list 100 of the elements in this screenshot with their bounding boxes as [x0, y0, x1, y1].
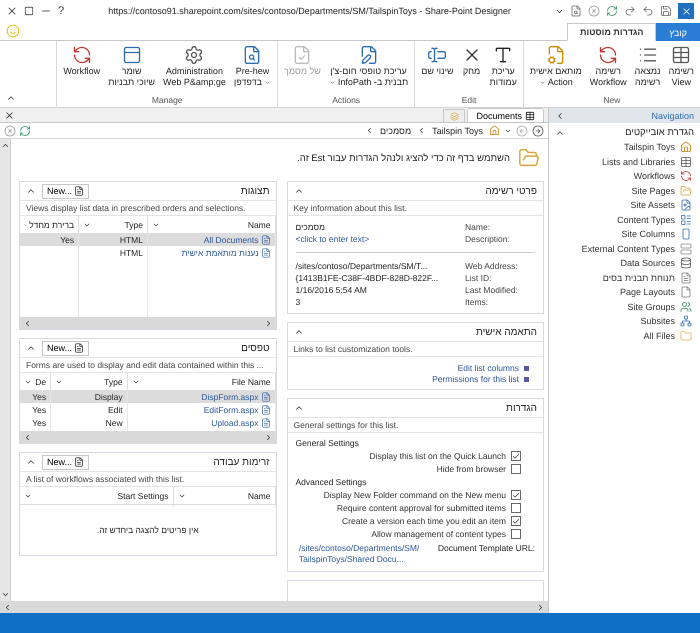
panel-title: טפסים [240, 342, 270, 354]
nav-title: Navigation [651, 110, 694, 120]
ribbon-button[interactable]: שינוי שם [418, 44, 457, 77]
table-cell: Display [94, 392, 123, 402]
nav-item[interactable]: Site Groups [549, 300, 700, 314]
scroll-left-icon[interactable] [23, 432, 32, 442]
breadcrumb-link[interactable]: מסמכים [378, 126, 414, 136]
section-heading: Advanced Settings [296, 476, 368, 488]
nav-item[interactable]: Site Assets [549, 198, 700, 212]
group-label: Actions [331, 95, 362, 107]
ribbon-button[interactable]: נמצאה רשימה [632, 44, 664, 88]
checkbox[interactable] [511, 490, 521, 500]
table-row[interactable]: Yes Edit EditForm.aspx [20, 403, 275, 416]
column-header[interactable]: ברירת מחדל [20, 216, 79, 233]
column-header[interactable]: Name [173, 487, 275, 504]
document-tab[interactable]: Documents [467, 108, 544, 122]
column-header[interactable]: File Name [127, 373, 275, 390]
checkbox[interactable] [511, 464, 521, 474]
field-value: מסמכים [296, 222, 325, 232]
column-header[interactable]: Type [50, 373, 128, 390]
field-value: 1/16/2016 5:54 AM [296, 285, 367, 295]
undo-icon[interactable] [642, 5, 654, 17]
nav-item[interactable]: Site Columns [549, 227, 700, 242]
nav-item[interactable]: Page Layouts [549, 285, 700, 300]
description-link[interactable]: <click to enter text> [296, 234, 370, 244]
nav-item[interactable]: External Content Types [549, 242, 700, 256]
column-header[interactable]: De [20, 373, 51, 390]
table-row[interactable]: Yes HTML All Documents [20, 233, 275, 246]
refresh-icon [598, 45, 618, 65]
panel-title: הגדרות [505, 402, 537, 414]
close-icon[interactable] [4, 110, 15, 120]
nav-item[interactable]: Lists and Libraries [549, 154, 700, 169]
nav-item[interactable]: Subsites [549, 314, 700, 328]
ribbon-button[interactable]: עריכת טופסי חום-צ'ן תבנית ב- InfoPath [326, 44, 412, 88]
nav-item[interactable]: Content Types [549, 212, 700, 227]
column-header[interactable]: Type [78, 216, 148, 233]
stop-icon[interactable] [588, 5, 600, 17]
nav-item[interactable]: Site Pages [549, 184, 700, 198]
settings-link[interactable]: Edit list columns [302, 363, 529, 373]
checkbox[interactable] [511, 529, 521, 539]
field-label: List ID: [465, 272, 492, 284]
nav-item[interactable]: תנוחת תבנית בסים [549, 270, 700, 285]
ribbon-button[interactable]: Workflow [60, 44, 104, 77]
table-icon [680, 156, 692, 168]
panel-description: Key information about this list. [288, 201, 543, 216]
horizontal-scrollbar[interactable] [20, 317, 276, 329]
breadcrumb-link[interactable]: Tailspin Toys [430, 126, 485, 136]
text-cursor-icon [427, 45, 448, 65]
checkbox[interactable] [511, 503, 521, 513]
template-link[interactable]: /sites/contoso/Departments/SM/TailspinToys/Shared Docu... [298, 543, 424, 565]
new-button[interactable]: New... [42, 340, 90, 356]
scroll-left-icon[interactable] [3, 602, 12, 612]
ribbon-button[interactable]: עריכת עמודות [486, 44, 520, 88]
close-icon[interactable] [6, 5, 18, 17]
new-button[interactable]: New... [42, 184, 90, 198]
empty-message: אין פריטים להצגה ביחדש זה. [96, 524, 200, 537]
table-cell: Yes [32, 404, 46, 414]
ribbon-tab[interactable]: הגדרות מוסטות [567, 23, 656, 41]
column-header[interactable]: Start Settings [20, 487, 173, 504]
scroll-left-icon[interactable] [23, 318, 32, 328]
vertical-scrollbar[interactable] [0, 139, 11, 601]
refresh-icon[interactable] [606, 5, 618, 17]
checkbox-label: Display New Folder command on the New menu [324, 489, 506, 501]
home-icon [489, 125, 500, 136]
field-value: /sites/contoso/Departments/SM/T... [296, 261, 428, 271]
ribbon-button[interactable]: שומר שיוכי תבניות [105, 44, 158, 88]
horizontal-scrollbar[interactable] [20, 431, 276, 443]
ribbon-button[interactable]: Administration Web P&amp;ge [160, 44, 229, 88]
group-label: Edit [460, 95, 478, 107]
section-heading: General Settings [296, 437, 360, 449]
stop-icon[interactable] [4, 124, 16, 136]
horizontal-scrollbar[interactable] [0, 601, 548, 613]
file-search-icon[interactable] [570, 5, 582, 17]
scroll-down-icon[interactable] [0, 590, 10, 599]
ribbon-tab[interactable]: קובץ [656, 23, 700, 41]
refresh-icon [680, 170, 692, 182]
checkbox-label: Allow management of content types [371, 528, 506, 540]
scroll-right-icon[interactable] [536, 602, 545, 612]
nav-item[interactable]: Tailspin Toys [549, 140, 700, 154]
checkbox[interactable] [511, 451, 521, 461]
column-header[interactable]: Name [147, 216, 275, 233]
maximize-icon[interactable] [24, 6, 34, 16]
redo-icon[interactable] [624, 5, 636, 17]
refresh-icon[interactable] [19, 124, 31, 136]
nav-item[interactable]: All Files [549, 328, 700, 343]
template-icon [122, 45, 142, 65]
panel-description: General settings for this list. [288, 418, 543, 433]
document-icon [74, 343, 84, 353]
scroll-up-icon[interactable] [0, 141, 10, 150]
back-icon[interactable] [532, 124, 544, 136]
nav-item[interactable]: Data Sources [549, 256, 700, 270]
save-icon[interactable] [660, 5, 672, 17]
document-icon [260, 404, 270, 414]
settings-link[interactable]: Permissions for this list [302, 374, 529, 384]
help-button[interactable]: ? [58, 5, 64, 17]
nav-item[interactable]: Workflows [549, 169, 700, 184]
checkbox[interactable] [511, 516, 521, 526]
table-row[interactable]: Yes Display DispForm.aspx [20, 390, 275, 403]
ribbon-button[interactable]: מחק [458, 44, 485, 77]
new-button[interactable]: New... [42, 454, 90, 470]
